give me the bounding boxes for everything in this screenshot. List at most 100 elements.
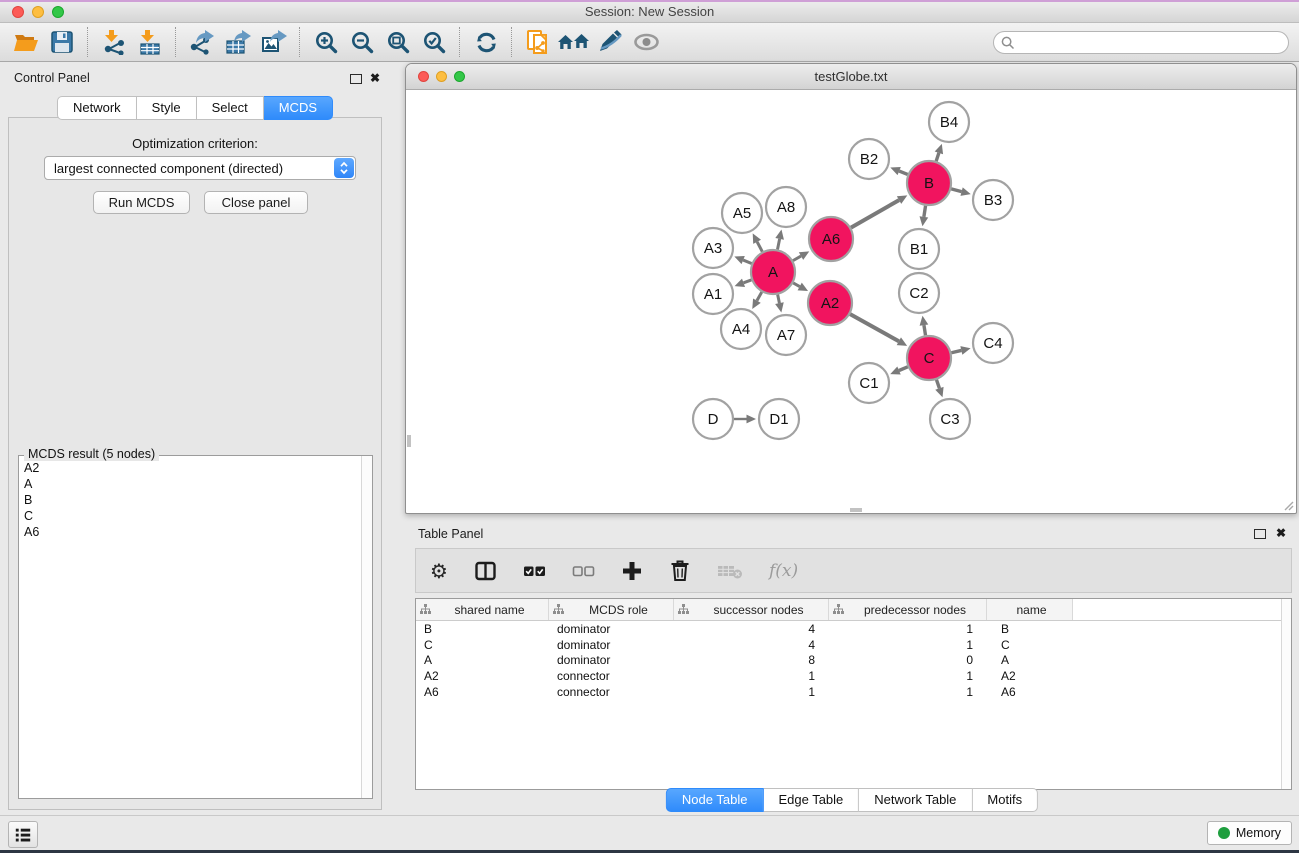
new-network-from-selection-button[interactable] <box>520 26 556 58</box>
zoom-fit-icon <box>386 30 411 55</box>
table-cell: A <box>987 653 1073 667</box>
show-panels-list-button[interactable] <box>8 821 38 848</box>
table-row[interactable]: Cdominator41C <box>416 637 1291 653</box>
tab-motifs[interactable]: Motifs <box>972 788 1038 812</box>
close-panel-button[interactable]: Close panel <box>204 191 308 214</box>
toolbar-separator <box>87 27 89 57</box>
import-network-button[interactable] <box>96 26 132 58</box>
table-cell: 1 <box>829 669 987 683</box>
graph-edge <box>778 239 780 250</box>
graph-node-label: A4 <box>732 321 750 338</box>
column-header-shared-name[interactable]: shared name <box>416 599 549 620</box>
table-cell: 0 <box>829 653 987 667</box>
save-session-button[interactable] <box>44 26 80 58</box>
control-panel-tabs: NetworkStyleSelectMCDS <box>57 96 333 120</box>
hide-labels-button[interactable] <box>592 26 628 58</box>
export-network-button[interactable] <box>184 26 220 58</box>
table-close-panel-icon[interactable]: ✖ <box>1276 528 1286 538</box>
resize-grip-icon[interactable] <box>1282 499 1294 511</box>
run-mcds-button[interactable]: Run MCDS <box>93 191 190 214</box>
graph-node-label: C <box>924 350 935 367</box>
tab-node-table[interactable]: Node Table <box>666 788 764 812</box>
zoom-fit-button[interactable] <box>380 26 416 58</box>
result-item[interactable]: A6 <box>20 524 361 540</box>
graph-edge-arrowhead <box>960 346 970 355</box>
table-row[interactable]: Bdominator41B <box>416 621 1291 637</box>
mcds-panel: Optimization criterion: largest connecte… <box>8 117 382 810</box>
export-table-button[interactable] <box>220 26 256 58</box>
tab-mcds[interactable]: MCDS <box>264 96 333 120</box>
graph-edge <box>951 350 961 352</box>
tab-network[interactable]: Network <box>57 96 137 120</box>
tab-style[interactable]: Style <box>137 96 197 120</box>
result-item[interactable]: C <box>20 508 361 524</box>
graph-node-label: C4 <box>983 335 1002 352</box>
result-item[interactable]: A2 <box>20 460 361 476</box>
graph-node-label: C3 <box>940 411 959 428</box>
trash-icon <box>669 559 691 582</box>
create-column-button[interactable] <box>621 560 643 582</box>
column-header-predecessor-nodes[interactable]: predecessor nodes <box>829 599 987 620</box>
function-builder-button[interactable]: f(x) <box>769 561 798 581</box>
canvas-vertical-scroll-thumb[interactable] <box>407 435 411 447</box>
graph-edge-arrowhead <box>960 187 970 196</box>
close-panel-icon[interactable]: ✖ <box>370 73 380 83</box>
graph-edge-arrowhead <box>747 415 757 424</box>
result-list-scrollbar[interactable] <box>361 456 372 798</box>
column-header-label: name <box>991 603 1072 617</box>
refresh-button[interactable] <box>468 26 504 58</box>
delete-table-button[interactable] <box>717 561 743 581</box>
zoom-out-button[interactable] <box>344 26 380 58</box>
column-header-label: predecessor nodes <box>844 603 986 617</box>
export-image-button[interactable] <box>256 26 292 58</box>
dropdown-stepper-icon <box>334 158 354 178</box>
table-panel-title: Table Panel <box>418 527 483 541</box>
float-panel-icon[interactable] <box>350 74 362 84</box>
table-cell: 8 <box>674 653 829 667</box>
open-file-button[interactable] <box>8 26 44 58</box>
network-view-window: testGlobe.txt B4B2BB3B1C2A5A8A6A3AA1A4A7… <box>405 63 1297 514</box>
table-float-panel-icon[interactable] <box>1254 529 1266 539</box>
column-header-mcds-role[interactable]: MCDS role <box>549 599 674 620</box>
column-header-successor-nodes[interactable]: successor nodes <box>674 599 829 620</box>
select-all-rows-button[interactable] <box>523 560 546 582</box>
memory-button[interactable]: Memory <box>1207 821 1292 845</box>
show-hide-graphics-button[interactable] <box>628 26 664 58</box>
graph-edge <box>899 171 907 174</box>
table-row[interactable]: A2connector11A2 <box>416 668 1291 684</box>
delete-column-button[interactable] <box>669 559 691 582</box>
zoom-selected-button[interactable] <box>416 26 452 58</box>
result-item[interactable]: A <box>20 476 361 492</box>
import-table-button[interactable] <box>132 26 168 58</box>
deselect-all-rows-button[interactable] <box>572 560 595 582</box>
toolbar-separator <box>299 27 301 57</box>
column-visibility-button[interactable] <box>474 560 497 582</box>
graph-edge <box>936 153 939 161</box>
table-row[interactable]: A6connector11A6 <box>416 684 1291 700</box>
result-item[interactable]: B <box>20 492 361 508</box>
table-row[interactable]: Adominator80A <box>416 652 1291 668</box>
tab-network-table[interactable]: Network Table <box>859 788 972 812</box>
canvas-horizontal-scroll-thumb[interactable] <box>850 508 862 512</box>
column-header-name[interactable]: name <box>987 599 1073 620</box>
table-settings-button[interactable]: ⚙ <box>430 561 448 581</box>
graph-node-label: A <box>768 264 778 281</box>
table-cell: 1 <box>674 685 829 699</box>
import-network-icon <box>101 29 127 55</box>
graph-node-label: B1 <box>910 241 928 258</box>
graph-edge-arrowhead <box>920 316 929 326</box>
search-input[interactable] <box>1015 36 1288 50</box>
network-canvas[interactable]: B4B2BB3B1C2A5A8A6A3AA1A4A7A2CC4C1C3DD1 <box>407 90 1295 512</box>
tab-select[interactable]: Select <box>197 96 264 120</box>
tab-edge-table[interactable]: Edge Table <box>763 788 859 812</box>
table-cell: C <box>987 638 1073 652</box>
search-field[interactable] <box>993 31 1289 54</box>
column-header-label: successor nodes <box>689 603 828 617</box>
criterion-dropdown[interactable]: largest connected component (directed) <box>44 156 356 180</box>
zoom-in-button[interactable] <box>308 26 344 58</box>
criterion-dropdown-value: largest connected component (directed) <box>45 161 334 176</box>
graph-node-label: A2 <box>821 295 839 312</box>
first-neighbors-button[interactable] <box>556 26 592 58</box>
delete-table-icon <box>717 561 743 581</box>
table-scrollbar[interactable] <box>1281 599 1291 789</box>
